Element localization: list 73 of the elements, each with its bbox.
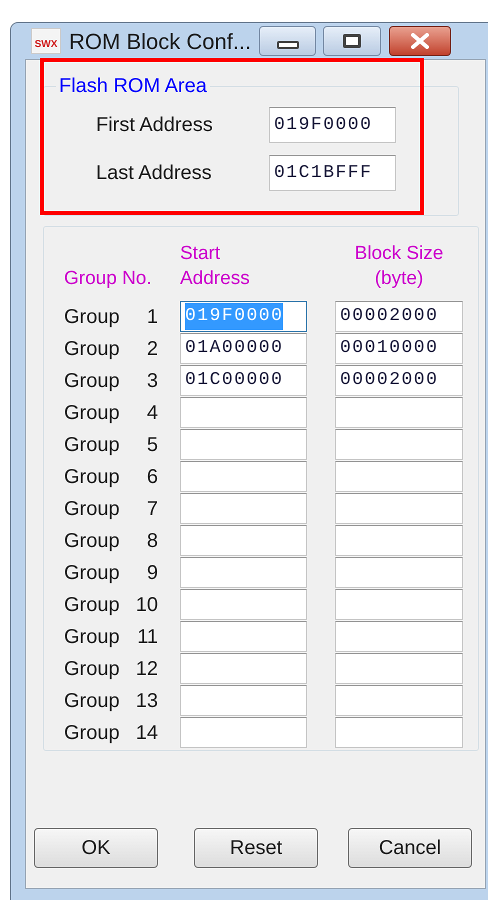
input-field[interactable] [180, 461, 307, 492]
input-field[interactable] [180, 429, 307, 460]
column-header: Group No. [64, 267, 153, 291]
group-label: Group [64, 656, 120, 682]
input-field[interactable] [335, 525, 463, 556]
group-number: 14 [136, 720, 158, 746]
input-field[interactable] [335, 621, 463, 652]
group-number: 11 [137, 624, 158, 650]
close-icon [409, 32, 432, 50]
window-title: ROM Block Conf... [69, 28, 252, 56]
input-field[interactable] [335, 557, 463, 588]
input-field[interactable] [180, 621, 307, 652]
group-label: Group [64, 496, 120, 522]
input-field[interactable]: 01C00000 [180, 365, 307, 396]
dialog-button[interactable]: OK [34, 828, 158, 868]
group-number: 1 [146, 304, 158, 330]
input-field[interactable] [180, 557, 307, 588]
input-field[interactable] [335, 685, 463, 716]
group-label: Group [64, 624, 120, 650]
input-field[interactable]: 00010000 [335, 333, 463, 364]
input-field[interactable]: 00002000 [335, 301, 463, 332]
dialog-button[interactable]: Reset [194, 828, 318, 868]
field-label: First Address [96, 113, 214, 138]
group-number: 4 [146, 400, 158, 426]
group-number: 7 [146, 496, 158, 522]
group-number: 13 [136, 688, 158, 714]
maximize-icon [343, 34, 362, 48]
close-button[interactable] [389, 26, 452, 56]
input-field[interactable] [180, 525, 307, 556]
group-label: Group [64, 432, 120, 458]
group-label: Group [64, 720, 120, 746]
group-label: Group [64, 400, 120, 426]
input-field[interactable]: 01A00000 [180, 333, 307, 364]
group-number: 3 [146, 368, 158, 394]
group-number: 5 [146, 432, 158, 458]
input-field[interactable] [180, 653, 307, 684]
input-field[interactable] [180, 397, 307, 428]
field-label: Last Address [96, 161, 213, 186]
group-label: Group [64, 368, 120, 394]
input-field[interactable]: 01C1BFFF [269, 155, 396, 191]
minimize-button[interactable] [259, 26, 316, 56]
group-label: Group [64, 464, 120, 490]
group-number: 8 [146, 528, 158, 554]
input-field[interactable] [180, 685, 307, 716]
group-label: Group [64, 336, 120, 362]
column-header: Start Address [180, 242, 251, 291]
input-field[interactable] [335, 461, 463, 492]
group-number: 2 [146, 336, 158, 362]
input-field[interactable]: 00002000 [335, 365, 463, 396]
input-field[interactable]: 019F0000 [269, 107, 396, 143]
input-field[interactable] [335, 397, 463, 428]
group-label: Group [64, 304, 120, 330]
input-field[interactable] [180, 589, 307, 620]
group-number: 12 [136, 656, 158, 682]
group-number: 6 [146, 464, 158, 490]
dialog-button[interactable]: Cancel [348, 828, 472, 868]
input-field[interactable] [335, 717, 463, 748]
maximize-button[interactable] [323, 26, 382, 56]
group-number: 9 [146, 560, 158, 586]
group-label: Group [64, 592, 120, 618]
minimize-icon [276, 41, 299, 49]
input-field[interactable] [335, 589, 463, 620]
column-header: Block Size (byte) [354, 242, 444, 291]
input-field[interactable] [335, 429, 463, 460]
input-field[interactable] [180, 717, 307, 748]
group-label: Group [64, 528, 120, 554]
group-label: Group [64, 688, 120, 714]
input-field[interactable] [180, 493, 307, 524]
app-icon: SWX [31, 28, 61, 54]
group-number: 10 [136, 592, 158, 618]
input-field[interactable] [335, 493, 463, 524]
input-field[interactable] [335, 653, 463, 684]
group-label: Group [64, 560, 120, 586]
